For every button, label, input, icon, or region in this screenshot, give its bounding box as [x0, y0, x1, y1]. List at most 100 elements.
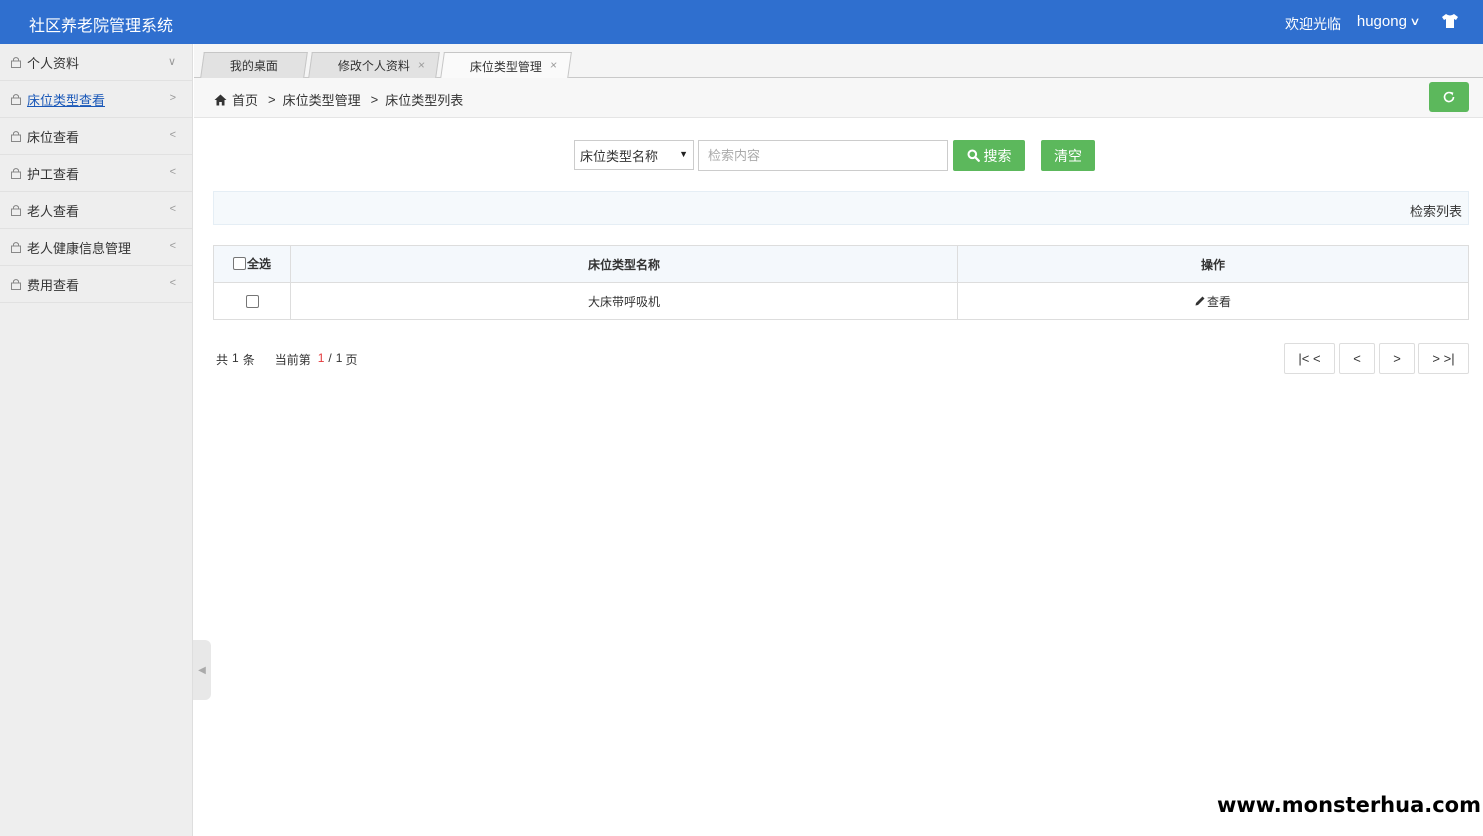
total-prefix: 共	[216, 353, 229, 367]
sidebar-item-label: 床位类型查看	[27, 92, 106, 108]
sidebar-item-label: 床位查看	[27, 129, 80, 145]
sidebar-item-label: 老人健康信息管理	[27, 240, 132, 256]
breadcrumb-separator: >	[268, 92, 276, 107]
sidebar-item-elderly[interactable]: 老人查看 <	[0, 192, 192, 229]
lock-icon	[11, 131, 21, 142]
close-icon[interactable]: ×	[549, 58, 558, 72]
page-sep: /	[328, 351, 332, 365]
chevron-down-icon: ∨	[1409, 16, 1421, 28]
last-page-button[interactable]: > >|	[1418, 343, 1469, 374]
view-link-label: 查看	[1206, 294, 1231, 309]
search-input[interactable]	[698, 140, 948, 171]
search-button-label: 搜索	[983, 147, 1012, 164]
sidebar-item-label: 老人查看	[27, 203, 80, 219]
tab-label: 修改个人资料	[337, 59, 410, 73]
clear-button[interactable]: 清空	[1041, 140, 1095, 171]
chevron-down-icon: ∨	[167, 56, 176, 68]
refresh-icon	[1443, 91, 1455, 103]
row-checkbox-cell	[213, 282, 291, 320]
bed-type-table: 全选 床位类型名称 操作 大床带呼吸机 查看	[213, 245, 1469, 320]
tab-bar: 我的桌面 修改个人资料 × 床位类型管理 ×	[194, 44, 1483, 79]
pages-suffix: 页	[345, 353, 358, 367]
breadcrumb-level2: 床位类型列表	[385, 93, 464, 108]
chevron-right-icon: >	[169, 92, 176, 104]
refresh-button[interactable]	[1429, 82, 1469, 112]
breadcrumb-bar: 首页 > 床位类型管理 > 床位类型列表	[194, 78, 1483, 118]
next-page-label: >	[1393, 351, 1401, 366]
tab-desktop[interactable]: 我的桌面	[200, 52, 308, 78]
watermark: www.monsterhua.com	[1216, 793, 1481, 817]
tab-bed-type-manage[interactable]: 床位类型管理 ×	[440, 52, 572, 79]
prev-page-label: <	[1353, 351, 1361, 366]
sidebar-collapse-handle[interactable]: ◀	[193, 640, 211, 700]
result-header-bar: 检索列表	[213, 191, 1469, 225]
sidebar-item-label: 护工查看	[27, 166, 80, 182]
lock-icon	[11, 279, 21, 290]
pagination-info: 共 1 条 当前第 1 / 1 页	[216, 351, 357, 368]
breadcrumb: 首页 > 床位类型管理 > 床位类型列表	[214, 90, 463, 109]
row-actions: 查看	[957, 282, 1469, 320]
next-page-button[interactable]: >	[1379, 343, 1415, 374]
lock-icon	[11, 168, 21, 179]
tab-edit-profile[interactable]: 修改个人资料 ×	[308, 52, 440, 78]
header-name: 床位类型名称	[290, 245, 958, 283]
top-header: 社区养老院管理系统 欢迎光临 hugong ∨	[0, 0, 1483, 44]
sidebar-item-bed-type[interactable]: 床位类型查看 >	[0, 81, 192, 118]
sidebar-item-health[interactable]: 老人健康信息管理 <	[0, 229, 192, 266]
breadcrumb-home[interactable]: 首页	[232, 90, 258, 109]
chevron-left-icon: <	[169, 166, 176, 178]
lock-icon	[11, 94, 21, 105]
search-button[interactable]: 搜索	[953, 140, 1025, 171]
lock-icon	[11, 57, 21, 68]
tshirt-icon[interactable]	[1441, 13, 1459, 29]
sidebar-item-bed[interactable]: 床位查看 <	[0, 118, 192, 155]
header-actions: 操作	[957, 245, 1469, 283]
row-name: 大床带呼吸机	[290, 282, 958, 320]
sidebar-item-profile[interactable]: 个人资料 ∨	[0, 44, 192, 81]
search-field-select[interactable]: 床位类型名称 ▼	[574, 140, 694, 170]
close-icon[interactable]: ×	[417, 58, 426, 72]
sidebar-item-fees[interactable]: 费用查看 <	[0, 266, 192, 303]
table-row: 大床带呼吸机 查看	[213, 282, 1469, 320]
current-page: 1	[317, 351, 325, 365]
table-header-row: 全选 床位类型名称 操作	[213, 245, 1469, 283]
clear-button-label: 清空	[1054, 147, 1082, 164]
first-page-label: |< <	[1298, 351, 1321, 366]
last-page-label: > >|	[1432, 351, 1455, 366]
welcome-text: 欢迎光临	[1285, 16, 1341, 32]
sidebar-item-label: 费用查看	[27, 277, 80, 293]
total-count: 1	[232, 351, 239, 365]
chevron-left-icon: <	[169, 277, 176, 289]
user-menu[interactable]: hugong ∨	[1356, 13, 1421, 30]
total-suffix: 条	[242, 353, 255, 367]
tab-label: 我的桌面	[229, 59, 278, 73]
sidebar-item-label: 个人资料	[27, 55, 80, 71]
select-all-label: 全选	[246, 257, 271, 271]
chevron-left-icon: <	[169, 203, 176, 215]
search-field-value: 床位类型名称	[580, 148, 659, 164]
tab-label: 床位类型管理	[469, 59, 542, 74]
chevron-left-icon: <	[169, 129, 176, 141]
breadcrumb-level1[interactable]: 床位类型管理	[283, 90, 361, 109]
result-title: 检索列表	[1409, 204, 1462, 219]
select-all-checkbox[interactable]	[232, 257, 246, 270]
total-pages: 1	[335, 351, 343, 365]
sidebar-item-caregiver[interactable]: 护工查看 <	[0, 155, 192, 192]
collapse-arrow-icon: ◀	[198, 664, 206, 676]
chevron-left-icon: <	[169, 240, 176, 252]
sidebar: 个人资料 ∨ 床位类型查看 > 床位查看 < 护工查看 < 老人查看 < 老人健…	[0, 44, 193, 836]
username: hugong	[1356, 13, 1407, 30]
first-page-button[interactable]: |< <	[1284, 343, 1335, 374]
view-link[interactable]: 查看	[1195, 293, 1231, 310]
current-prefix: 当前第	[274, 353, 311, 367]
prev-page-button[interactable]: <	[1339, 343, 1375, 374]
home-icon	[214, 94, 227, 105]
search-icon	[967, 149, 980, 162]
lock-icon	[11, 242, 21, 253]
chevron-down-icon: ▼	[679, 149, 688, 159]
pencil-icon	[1195, 296, 1205, 306]
breadcrumb-separator: >	[370, 92, 379, 107]
row-checkbox[interactable]	[245, 295, 259, 309]
app-title: 社区养老院管理系统	[29, 18, 174, 35]
header-select-all: 全选	[213, 245, 291, 283]
